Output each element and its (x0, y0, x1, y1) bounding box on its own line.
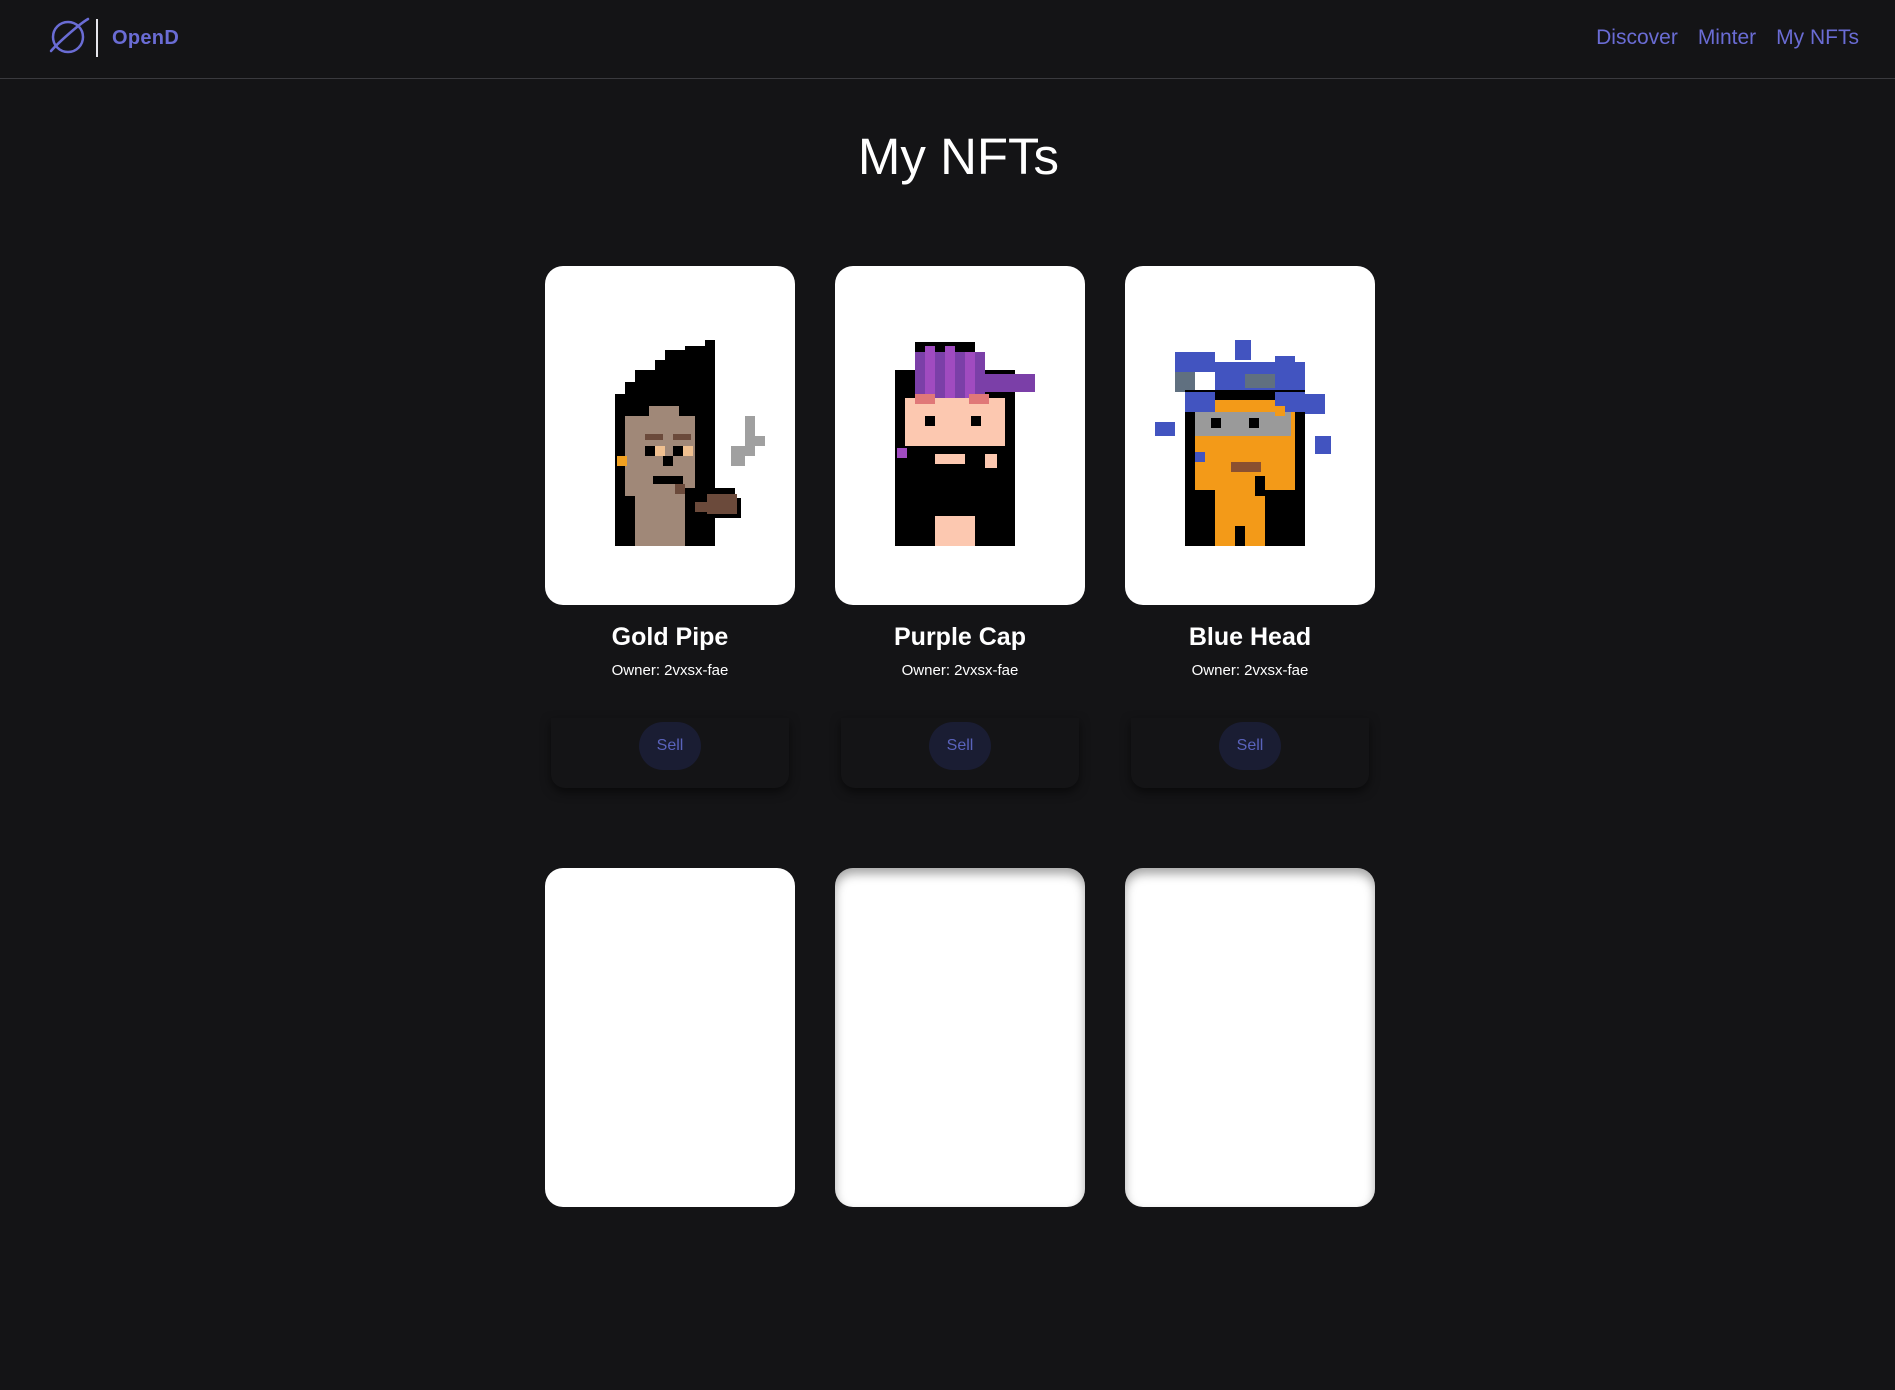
sell-button[interactable]: Sell (1219, 722, 1281, 770)
nft-card: Purple Cap Owner: 2vxsx-fae Sell (835, 266, 1085, 788)
top-navbar: OpenD Discover Minter My NFTs (0, 0, 1895, 79)
nft-image[interactable] (1125, 868, 1375, 1207)
nft-card: Gold Pipe Owner: 2vxsx-fae Sell (545, 266, 795, 788)
nft-card (1125, 868, 1375, 1390)
nav-link-discover[interactable]: Discover (1596, 26, 1678, 50)
brand-name[interactable]: OpenD (112, 27, 179, 50)
nft-image[interactable] (835, 868, 1085, 1207)
gold-pipe-avatar-icon (615, 340, 765, 546)
blue-head-avatar-icon (1155, 340, 1331, 546)
sell-button[interactable]: Sell (929, 722, 991, 770)
nft-name: Purple Cap (894, 623, 1026, 651)
main-nav: Discover Minter My NFTs (1596, 26, 1859, 50)
nft-card (545, 868, 795, 1390)
nav-link-minter[interactable]: Minter (1698, 26, 1756, 50)
nft-owner: Owner: 2vxsx-fae (1191, 662, 1309, 679)
brand[interactable]: OpenD (48, 17, 179, 59)
planet-logo-icon (48, 15, 90, 62)
nft-image[interactable] (545, 266, 795, 605)
nav-link-my-nfts[interactable]: My NFTs (1776, 26, 1859, 50)
sell-button[interactable]: Sell (639, 722, 701, 770)
nft-owner: Owner: 2vxsx-fae (901, 662, 1019, 679)
nft-owner: Owner: 2vxsx-fae (611, 662, 729, 679)
nft-card (835, 868, 1085, 1390)
nft-image[interactable] (545, 868, 795, 1207)
nft-grid: Gold Pipe Owner: 2vxsx-fae Sell Purple C… (545, 266, 1375, 1390)
nft-card: Blue Head Owner: 2vxsx-fae Sell (1125, 266, 1375, 788)
page-title: My NFTs (857, 128, 1060, 185)
nft-name: Gold Pipe (611, 623, 729, 651)
brand-divider (96, 19, 98, 57)
nft-name: Blue Head (1188, 623, 1312, 651)
nft-image[interactable] (1125, 266, 1375, 605)
purple-cap-avatar-icon (895, 342, 1035, 546)
nft-image[interactable] (835, 266, 1085, 605)
